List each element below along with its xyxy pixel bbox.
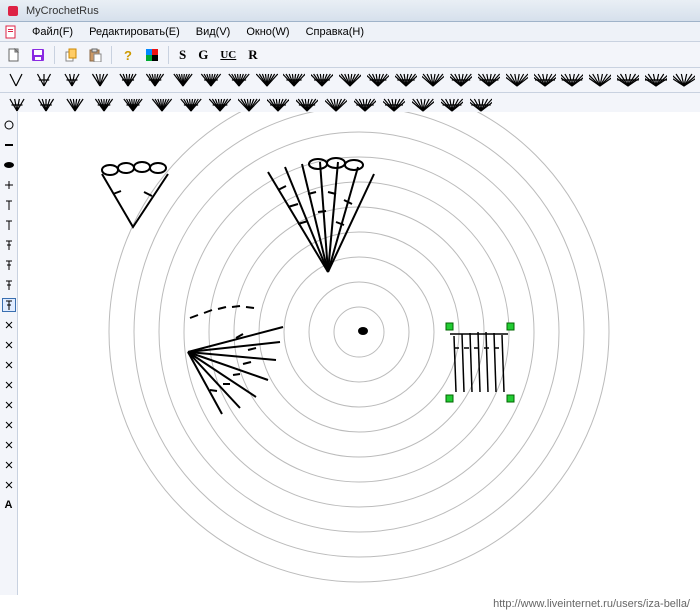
stitch-symbol[interactable] bbox=[226, 70, 251, 90]
copy-button[interactable] bbox=[61, 45, 81, 65]
stitch-symbol[interactable] bbox=[643, 70, 668, 90]
vtool-t3[interactable] bbox=[2, 238, 16, 252]
s-tool[interactable]: S bbox=[175, 47, 190, 63]
stitch-symbol[interactable] bbox=[616, 70, 641, 90]
center-marker bbox=[358, 327, 368, 335]
symbol-palette-row-1 bbox=[0, 68, 700, 93]
vtool-x8[interactable] bbox=[2, 458, 16, 472]
canvas-workspace[interactable] bbox=[18, 112, 700, 595]
stitch-symbol[interactable] bbox=[282, 70, 307, 90]
stitch-symbol[interactable] bbox=[199, 70, 224, 90]
source-url-text: http://www.liveinternet.ru/users/iza-bel… bbox=[493, 598, 690, 610]
vtool-dash[interactable] bbox=[2, 138, 16, 152]
stitch-symbol[interactable] bbox=[532, 70, 557, 90]
stitch-symbol[interactable] bbox=[560, 70, 585, 90]
help-button[interactable]: ? bbox=[118, 45, 138, 65]
stitch-symbol[interactable] bbox=[32, 70, 57, 90]
canvas-svg bbox=[18, 112, 700, 595]
menu-window[interactable]: Окно(W) bbox=[238, 24, 297, 40]
motif-3 bbox=[188, 306, 283, 414]
vtool-x4[interactable] bbox=[2, 378, 16, 392]
vtool-t5[interactable] bbox=[2, 278, 16, 292]
stitch-symbol[interactable] bbox=[87, 70, 112, 90]
save-button[interactable] bbox=[28, 45, 48, 65]
vtool-x5[interactable] bbox=[2, 398, 16, 412]
vtool-t2[interactable] bbox=[2, 218, 16, 232]
motif-2 bbox=[268, 158, 374, 272]
stitch-symbol[interactable] bbox=[310, 70, 335, 90]
title-bar: MyCrochetRus bbox=[0, 0, 700, 22]
stitch-symbol[interactable] bbox=[115, 70, 140, 90]
stitch-symbol[interactable] bbox=[588, 70, 613, 90]
vtool-x2[interactable] bbox=[2, 338, 16, 352]
stitch-symbol[interactable] bbox=[338, 70, 363, 90]
stitch-symbol[interactable] bbox=[671, 70, 696, 90]
paste-button[interactable] bbox=[85, 45, 105, 65]
vtool-t1[interactable] bbox=[2, 198, 16, 212]
menu-edit[interactable]: Редактировать(E) bbox=[81, 24, 188, 40]
vtool-t6[interactable] bbox=[2, 298, 16, 312]
stitch-symbol[interactable] bbox=[477, 70, 502, 90]
app-icon bbox=[6, 4, 20, 18]
stitch-symbol[interactable] bbox=[421, 70, 446, 90]
stitch-symbol[interactable] bbox=[4, 70, 29, 90]
motif-1 bbox=[102, 162, 168, 227]
vtool-plus[interactable] bbox=[2, 178, 16, 192]
stitch-symbol[interactable] bbox=[143, 70, 168, 90]
vtool-x3[interactable] bbox=[2, 358, 16, 372]
vtool-x6[interactable] bbox=[2, 418, 16, 432]
footer: http://www.liveinternet.ru/users/iza-bel… bbox=[0, 595, 700, 613]
vtool-x1[interactable] bbox=[2, 318, 16, 332]
g-tool[interactable]: G bbox=[194, 47, 212, 63]
vtool-oval[interactable] bbox=[2, 158, 16, 172]
palette-button[interactable] bbox=[142, 45, 162, 65]
stitch-symbol[interactable] bbox=[365, 70, 390, 90]
uc-tool[interactable]: UC bbox=[216, 49, 240, 61]
menu-view[interactable]: Вид(V) bbox=[188, 24, 239, 40]
main-toolbar: ? S G UC R bbox=[0, 42, 700, 68]
vertical-toolbar: A bbox=[0, 112, 18, 595]
menu-bar: Файл(F) Редактировать(E) Вид(V) Окно(W) … bbox=[0, 22, 700, 42]
vtool-x7[interactable] bbox=[2, 438, 16, 452]
separator bbox=[111, 46, 112, 64]
document-icon bbox=[4, 25, 18, 39]
new-button[interactable] bbox=[4, 45, 24, 65]
guide-circles bbox=[109, 112, 609, 582]
vtool-t4[interactable] bbox=[2, 258, 16, 272]
menu-file[interactable]: Файл(F) bbox=[24, 24, 81, 40]
stitch-symbol[interactable] bbox=[393, 70, 418, 90]
stitch-symbol[interactable] bbox=[60, 70, 85, 90]
stitch-symbol[interactable] bbox=[171, 70, 196, 90]
r-tool[interactable]: R bbox=[244, 47, 261, 63]
svg-text:?: ? bbox=[124, 48, 132, 62]
vtool-circle[interactable] bbox=[2, 118, 16, 132]
stitch-symbol[interactable] bbox=[254, 70, 279, 90]
window-title: MyCrochetRus bbox=[26, 5, 99, 17]
separator bbox=[168, 46, 169, 64]
vtool-x9[interactable] bbox=[2, 478, 16, 492]
menu-help[interactable]: Справка(H) bbox=[298, 24, 372, 40]
stitch-symbol[interactable] bbox=[449, 70, 474, 90]
vtool-a[interactable]: A bbox=[2, 498, 16, 512]
separator bbox=[54, 46, 55, 64]
stitch-symbol[interactable] bbox=[504, 70, 529, 90]
